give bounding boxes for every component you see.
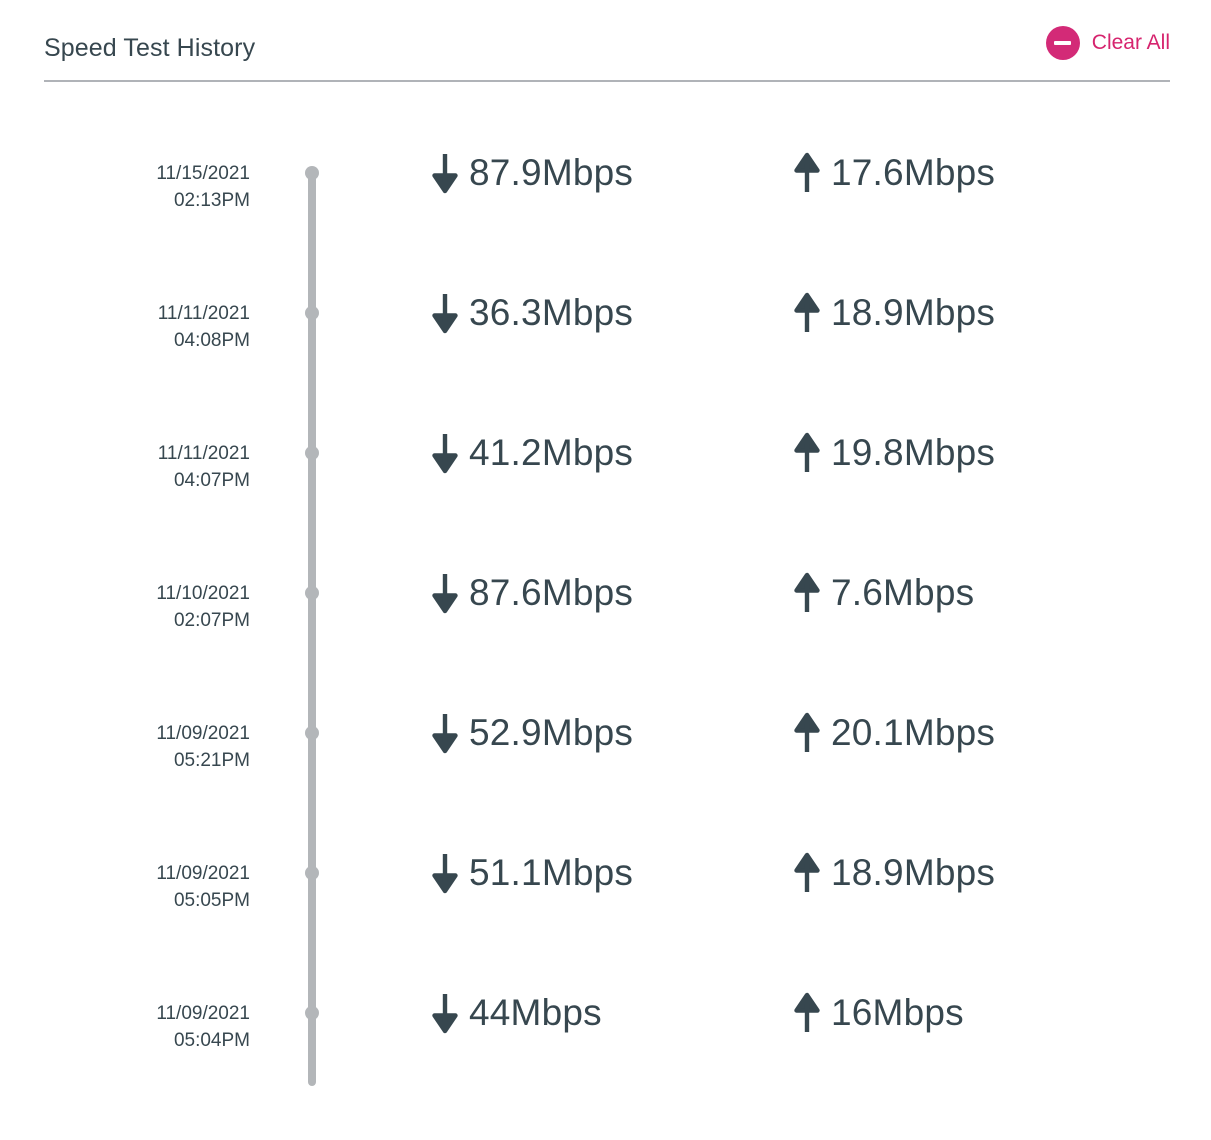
download-value: 87.9Mbps [469, 152, 634, 193]
download-metric: 87.6Mbps [430, 571, 633, 615]
download-value: 44Mbps [469, 992, 602, 1033]
arrow-down-icon [430, 991, 460, 1035]
entry-timestamp: 11/09/2021 05:21PM [40, 720, 250, 774]
entry-date: 11/09/2021 [156, 723, 250, 744]
entry-timestamp: 11/15/2021 02:13PM [40, 160, 250, 214]
entry-time: 02:07PM [173, 610, 250, 631]
arrow-down-icon [430, 151, 460, 195]
history-timeline: 11/15/2021 02:13PM 87.9Mbps 17.6Mbps 11/11/2… [0, 82, 1211, 1110]
entry-date: 11/15/2021 [156, 163, 250, 184]
entry-date: 11/11/2021 [157, 303, 250, 324]
timeline-dot [305, 586, 319, 600]
arrow-down-icon [430, 431, 460, 475]
upload-metric: 19.8Mbps [792, 431, 995, 475]
download-metric: 44Mbps [430, 991, 602, 1035]
download-value: 41.2Mbps [469, 432, 634, 473]
timeline-entry: 11/09/2021 05:05PM 51.1Mbps 18.9Mbps [0, 852, 1211, 1000]
upload-metric: 7.6Mbps [792, 571, 974, 615]
arrow-up-icon [792, 291, 822, 335]
upload-value: 7.6Mbps [831, 572, 975, 613]
timeline-dot [305, 446, 319, 460]
entry-time: 04:07PM [173, 470, 250, 491]
upload-value: 17.6Mbps [831, 152, 996, 193]
entry-time: 02:13PM [173, 190, 250, 211]
arrow-down-icon [430, 851, 460, 895]
timeline-dot [305, 1006, 319, 1020]
arrow-up-icon [792, 711, 822, 755]
entry-date: 11/11/2021 [157, 443, 250, 464]
entry-date: 11/09/2021 [156, 863, 250, 884]
minus-circle-icon [1045, 26, 1080, 60]
upload-value: 20.1Mbps [831, 712, 996, 753]
arrow-down-icon [430, 291, 460, 335]
download-metric: 52.9Mbps [430, 711, 633, 755]
upload-value: 16Mbps [831, 992, 964, 1033]
download-value: 52.9Mbps [469, 712, 634, 753]
timeline-dot [305, 306, 319, 320]
entry-timestamp: 11/09/2021 05:04PM [40, 1000, 250, 1054]
timeline-dot [305, 866, 319, 880]
upload-value: 18.9Mbps [831, 852, 996, 893]
upload-metric: 18.9Mbps [792, 291, 995, 335]
arrow-up-icon [792, 571, 822, 615]
arrow-down-icon [430, 711, 460, 755]
entry-time: 05:04PM [173, 1030, 250, 1051]
download-value: 36.3Mbps [469, 292, 634, 333]
page-title: Speed Test History [44, 34, 256, 62]
entry-date: 11/10/2021 [156, 583, 250, 604]
download-value: 51.1Mbps [469, 852, 634, 893]
entry-time: 04:08PM [173, 330, 250, 351]
download-value: 87.6Mbps [469, 572, 634, 613]
arrow-up-icon [792, 991, 822, 1035]
clear-all-label: Clear All [1091, 31, 1170, 54]
entry-time: 05:05PM [173, 890, 250, 911]
timeline-entry: 11/11/2021 04:07PM 41.2Mbps 19.8Mbps [0, 432, 1211, 580]
download-metric: 36.3Mbps [430, 291, 633, 335]
entry-timestamp: 11/10/2021 02:07PM [40, 580, 250, 634]
entry-timestamp: 11/11/2021 04:08PM [40, 300, 250, 354]
arrow-down-icon [430, 571, 460, 615]
upload-metric: 20.1Mbps [792, 711, 995, 755]
arrow-up-icon [792, 851, 822, 895]
entry-time: 05:21PM [173, 750, 250, 771]
entry-timestamp: 11/11/2021 04:07PM [40, 440, 250, 494]
download-metric: 87.9Mbps [430, 151, 633, 195]
speed-test-history-page: Speed Test History Clear All 11/15/2021 0… [0, 0, 1211, 1110]
upload-metric: 16Mbps [792, 991, 964, 1035]
upload-value: 18.9Mbps [831, 292, 996, 333]
upload-metric: 18.9Mbps [792, 851, 995, 895]
timeline-entry: 11/11/2021 04:08PM 36.3Mbps 18.9Mbps [0, 292, 1211, 440]
timeline-entry: 11/15/2021 02:13PM 87.9Mbps 17.6Mbps [0, 152, 1211, 300]
upload-metric: 17.6Mbps [792, 151, 995, 195]
clear-all-button[interactable]: Clear All [1045, 26, 1170, 60]
timeline-entry: 11/09/2021 05:21PM 52.9Mbps 20.1Mbps [0, 712, 1211, 860]
arrow-up-icon [792, 151, 822, 195]
upload-value: 19.8Mbps [831, 432, 996, 473]
entry-date: 11/09/2021 [156, 1003, 250, 1024]
timeline-entry: 11/10/2021 02:07PM 87.6Mbps 7.6Mbps [0, 572, 1211, 720]
download-metric: 51.1Mbps [430, 851, 633, 895]
timeline-dot [305, 726, 319, 740]
arrow-up-icon [792, 431, 822, 475]
timeline-dot [305, 166, 319, 180]
page-header: Speed Test History Clear All [44, 0, 1170, 82]
timeline-entry: 11/09/2021 05:04PM 44Mbps 16Mbps [0, 992, 1211, 1140]
download-metric: 41.2Mbps [430, 431, 633, 475]
entry-timestamp: 11/09/2021 05:05PM [40, 860, 250, 914]
